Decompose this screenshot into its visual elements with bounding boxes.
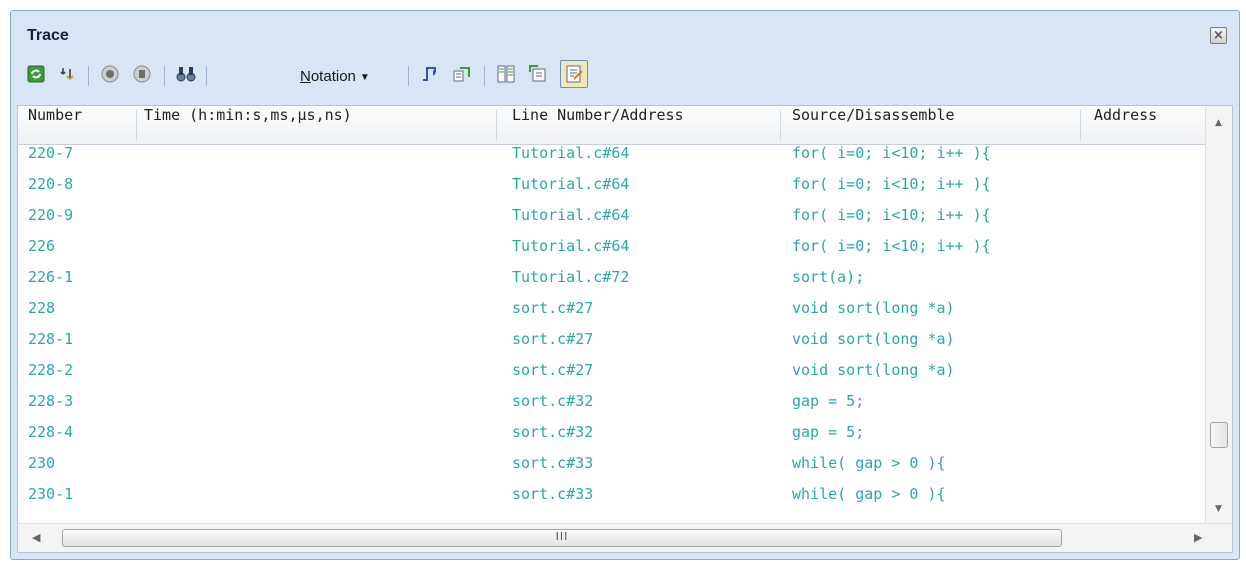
title-bar: Trace × bbox=[11, 11, 1239, 55]
cell-number: 220-8 bbox=[28, 175, 74, 193]
chevron-down-icon: ▼ bbox=[359, 71, 370, 83]
cell-number: 228-4 bbox=[28, 423, 74, 441]
find-icon[interactable] bbox=[172, 60, 200, 88]
table-row[interactable]: 228-4 sort.c#32 gap = 5; bbox=[18, 423, 1206, 454]
record-stop-icon[interactable] bbox=[128, 60, 156, 88]
panel-title: Trace bbox=[27, 27, 69, 44]
cell-number: 226 bbox=[28, 237, 56, 255]
refresh-icon[interactable] bbox=[22, 60, 50, 88]
vertical-scrollbar[interactable]: ▲ ▼ bbox=[1205, 106, 1232, 526]
record-start-icon[interactable] bbox=[96, 60, 124, 88]
table-row[interactable]: 228-3 sort.c#32 gap = 5; bbox=[18, 392, 1206, 423]
cell-source: for( i=0; i<10; i++ ){ bbox=[792, 206, 991, 224]
cell-source: for( i=0; i<10; i++ ){ bbox=[792, 144, 991, 162]
table-row[interactable]: 230-1 sort.c#33 while( gap > 0 ){ bbox=[18, 485, 1206, 516]
cell-line-address: Tutorial.c#64 bbox=[512, 237, 630, 255]
cell-source: for( i=0; i<10; i++ ){ bbox=[792, 237, 991, 255]
cell-source: for( i=0; i<10; i++ ){ bbox=[792, 175, 991, 193]
cell-number: 230-1 bbox=[28, 485, 74, 503]
cell-source: while( gap > 0 ){ bbox=[792, 454, 946, 472]
trace-table: Number Time (h:min:s,ms,µs,ns) Line Numb… bbox=[17, 105, 1233, 553]
cell-source: void sort(long *a) bbox=[792, 330, 955, 348]
cell-line-address: Tutorial.c#72 bbox=[512, 268, 630, 286]
column-header-source[interactable]: Source/Disassemble bbox=[792, 106, 1072, 144]
cell-line-address: Tutorial.c#64 bbox=[512, 206, 630, 224]
step-filter-icon[interactable] bbox=[54, 60, 82, 88]
toolbar: Notation ▼ bbox=[16, 57, 1232, 97]
cell-line-address: sort.c#32 bbox=[512, 423, 594, 441]
link-to-source-icon[interactable] bbox=[524, 60, 552, 88]
scroll-left-icon[interactable]: ◀ bbox=[32, 531, 40, 544]
column-header-address[interactable]: Address bbox=[1094, 106, 1204, 144]
column-header-time[interactable]: Time (h:min:s,ms,µs,ns) bbox=[144, 106, 494, 144]
table-row[interactable]: 220-7 Tutorial.c#64 for( i=0; i<10; i++ ){ bbox=[18, 144, 1206, 175]
cell-line-address: sort.c#27 bbox=[512, 299, 594, 317]
table-header: Number Time (h:min:s,ms,µs,ns) Line Numb… bbox=[18, 106, 1206, 145]
go-to-source-icon[interactable] bbox=[416, 60, 444, 88]
table-row[interactable]: 226-1 Tutorial.c#72 sort(a); bbox=[18, 268, 1206, 299]
cell-source: sort(a); bbox=[792, 268, 865, 286]
cell-line-address: sort.c#33 bbox=[512, 485, 594, 503]
table-row[interactable]: 228-2 sort.c#27 void sort(long *a) bbox=[18, 361, 1206, 392]
vertical-scroll-thumb[interactable] bbox=[1210, 422, 1228, 448]
go-to-disassemble-icon[interactable] bbox=[448, 60, 476, 88]
cell-line-address: sort.c#32 bbox=[512, 392, 594, 410]
table-row[interactable]: 220-9 Tutorial.c#64 for( i=0; i<10; i++ ){ bbox=[18, 206, 1206, 237]
cell-number: 228 bbox=[28, 299, 56, 317]
cell-number: 220-7 bbox=[28, 144, 74, 162]
cell-line-address: Tutorial.c#64 bbox=[512, 175, 630, 193]
cell-line-address: Tutorial.c#64 bbox=[512, 144, 630, 162]
cell-number: 226-1 bbox=[28, 268, 74, 286]
table-row[interactable]: 230 sort.c#33 while( gap > 0 ){ bbox=[18, 454, 1206, 485]
cell-source: void sort(long *a) bbox=[792, 361, 955, 379]
cell-number: 230 bbox=[28, 454, 56, 472]
column-header-number[interactable]: Number bbox=[28, 106, 128, 144]
horizontal-scroll-thumb[interactable]: III bbox=[62, 529, 1062, 547]
table-row[interactable]: 220-8 Tutorial.c#64 for( i=0; i<10; i++ ){ bbox=[18, 175, 1206, 206]
close-icon[interactable]: × bbox=[1210, 27, 1227, 44]
cell-source: void sort(long *a) bbox=[792, 299, 955, 317]
cell-source: gap = 5; bbox=[792, 423, 865, 441]
cell-number: 228-1 bbox=[28, 330, 74, 348]
notation-menu[interactable]: Notation ▼ bbox=[300, 68, 370, 85]
table-row[interactable]: 228-1 sort.c#27 void sort(long *a) bbox=[18, 330, 1206, 361]
column-header-line-address[interactable]: Line Number/Address bbox=[512, 106, 772, 144]
horizontal-scrollbar[interactable]: ◀ III ▶ bbox=[18, 523, 1232, 552]
scroll-up-icon[interactable]: ▲ bbox=[1215, 118, 1222, 128]
scroll-down-icon[interactable]: ▼ bbox=[1215, 504, 1222, 514]
notation-mnemonic: N bbox=[300, 68, 311, 85]
cell-number: 220-9 bbox=[28, 206, 74, 224]
cell-number: 228-3 bbox=[28, 392, 74, 410]
mixed-display-icon[interactable] bbox=[492, 60, 520, 88]
source-disassemble-toggle-icon[interactable] bbox=[560, 60, 588, 88]
cell-line-address: sort.c#33 bbox=[512, 454, 594, 472]
cell-line-address: sort.c#27 bbox=[512, 330, 594, 348]
cell-source: gap = 5; bbox=[792, 392, 865, 410]
notation-label: otation bbox=[310, 68, 356, 85]
trace-panel: Trace × Notation ▼ Number Time (h:min:s,… bbox=[10, 10, 1240, 560]
cell-line-address: sort.c#27 bbox=[512, 361, 594, 379]
cell-number: 228-2 bbox=[28, 361, 74, 379]
table-row[interactable]: 228 sort.c#27 void sort(long *a) bbox=[18, 299, 1206, 330]
cell-source: while( gap > 0 ){ bbox=[792, 485, 946, 503]
table-row[interactable]: 226 Tutorial.c#64 for( i=0; i<10; i++ ){ bbox=[18, 237, 1206, 268]
scroll-right-icon[interactable]: ▶ bbox=[1194, 531, 1202, 544]
